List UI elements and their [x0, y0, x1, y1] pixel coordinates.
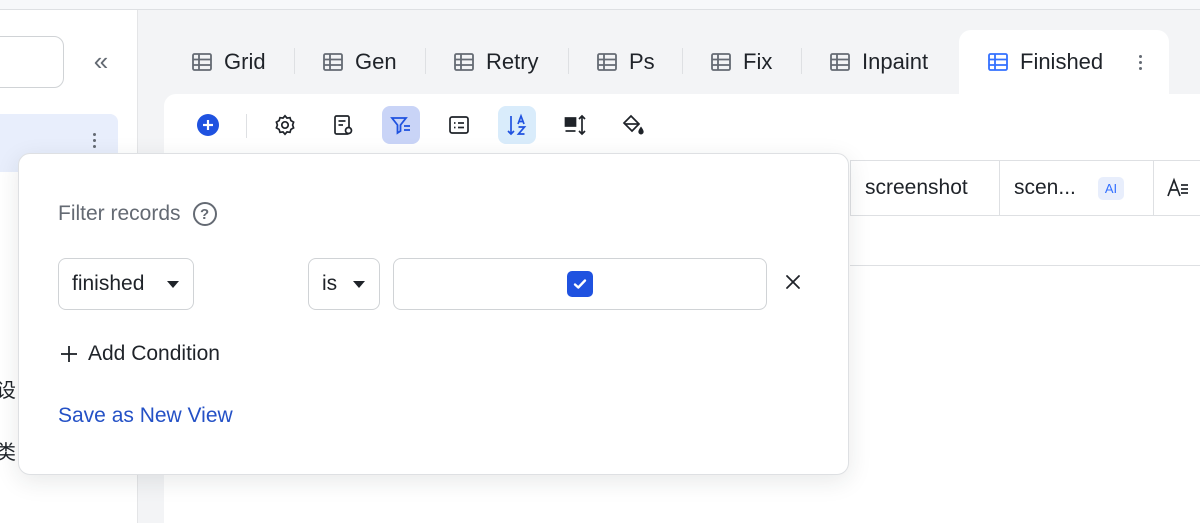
tab-divider — [801, 48, 802, 74]
text-field-icon — [1167, 177, 1188, 197]
filter-title: Filter records ? — [58, 202, 217, 226]
field-config-icon — [334, 115, 353, 135]
tab-divider — [568, 48, 569, 74]
tab-inpaint[interactable]: Inpaint — [828, 42, 928, 82]
tab-ps[interactable]: Ps — [595, 42, 655, 82]
grid-header: screenshot scen... AI — [850, 160, 1200, 216]
filter-icon — [390, 117, 410, 135]
grid-view-icon — [597, 53, 617, 71]
tab-label: Finished — [1020, 49, 1104, 74]
remove-condition-button[interactable] — [781, 270, 805, 294]
grid-view-icon — [192, 53, 212, 71]
column-label: scen... — [1014, 176, 1076, 199]
grid-view-icon — [454, 53, 474, 71]
filter-title-text: Filter records — [58, 202, 181, 225]
tab-label: Grid — [224, 49, 266, 74]
color-fill-icon — [622, 114, 644, 135]
close-icon — [786, 275, 800, 289]
filter-field-value: finished — [72, 272, 145, 295]
tab-fix[interactable]: Fix — [709, 42, 772, 82]
tab-more-icon[interactable] — [1135, 52, 1145, 76]
grid-view-icon — [711, 53, 731, 71]
tab-label: Ps — [629, 49, 655, 74]
tab-label: Inpaint — [862, 49, 929, 74]
settings-button[interactable] — [266, 106, 304, 144]
tab-retry[interactable]: Retry — [452, 42, 539, 82]
check-icon — [573, 279, 587, 289]
window-top-edge — [0, 0, 1200, 10]
tab-divider — [682, 48, 683, 74]
tab-divider — [294, 48, 295, 74]
column-header-scen[interactable]: scen... AI — [999, 161, 1154, 215]
filter-operator-select[interactable]: is — [308, 258, 380, 310]
column-header-screenshot[interactable]: screenshot — [850, 161, 1000, 215]
view-tab-bar: Grid Gen Retry Ps Fix Inpaint Finished — [138, 10, 1200, 104]
grid-view-icon — [988, 53, 1008, 71]
sidebar-item-label[interactable]: 类 — [0, 436, 16, 465]
sidebar-search-input[interactable] — [0, 36, 64, 88]
sort-icon — [507, 113, 527, 136]
tab-gen[interactable]: Gen — [321, 42, 397, 82]
chevron-down-icon — [353, 281, 365, 288]
filter-button[interactable] — [382, 106, 420, 144]
tab-label: Retry — [486, 49, 539, 74]
chevron-down-icon — [167, 281, 179, 288]
add-condition-button[interactable]: Add Condition — [58, 342, 220, 366]
group-icon — [449, 116, 469, 134]
grid-view-icon — [323, 53, 343, 71]
color-fill-button[interactable] — [614, 106, 652, 144]
sidebar-item-label[interactable]: 设 — [0, 374, 16, 403]
filter-value-field[interactable] — [393, 258, 767, 310]
add-record-button[interactable] — [189, 106, 227, 144]
tab-divider — [425, 48, 426, 74]
filter-field-select[interactable]: finished — [58, 258, 194, 310]
settings-icon — [275, 114, 295, 136]
filter-popover: Filter records ? finished is Add Conditi… — [18, 153, 849, 475]
plus-icon — [61, 346, 77, 362]
row-height-button[interactable] — [556, 106, 594, 144]
column-header-text[interactable] — [1153, 161, 1200, 215]
filter-value-checkbox[interactable] — [567, 271, 593, 297]
grid-view-icon — [830, 53, 850, 71]
add-record-icon — [197, 114, 219, 136]
column-label: screenshot — [865, 176, 968, 199]
tab-label: Fix — [743, 49, 773, 74]
tab-finished[interactable]: Finished — [986, 42, 1103, 82]
collapse-sidebar-button[interactable]: « — [86, 46, 116, 76]
add-condition-label: Add Condition — [88, 342, 220, 365]
filter-operator-value: is — [322, 272, 338, 295]
toolbar-divider — [246, 114, 247, 138]
tab-grid[interactable]: Grid — [190, 42, 266, 82]
field-config-button[interactable] — [324, 106, 362, 144]
view-toolbar — [164, 94, 1200, 158]
grid-body — [850, 216, 1200, 266]
group-button[interactable] — [440, 106, 478, 144]
sort-button[interactable] — [498, 106, 536, 144]
ai-badge: AI — [1097, 176, 1125, 200]
help-icon[interactable]: ? — [192, 202, 217, 226]
row-height-icon — [564, 114, 586, 136]
save-as-new-view-link[interactable]: Save as New View — [58, 404, 233, 428]
tab-label: Gen — [355, 49, 397, 74]
